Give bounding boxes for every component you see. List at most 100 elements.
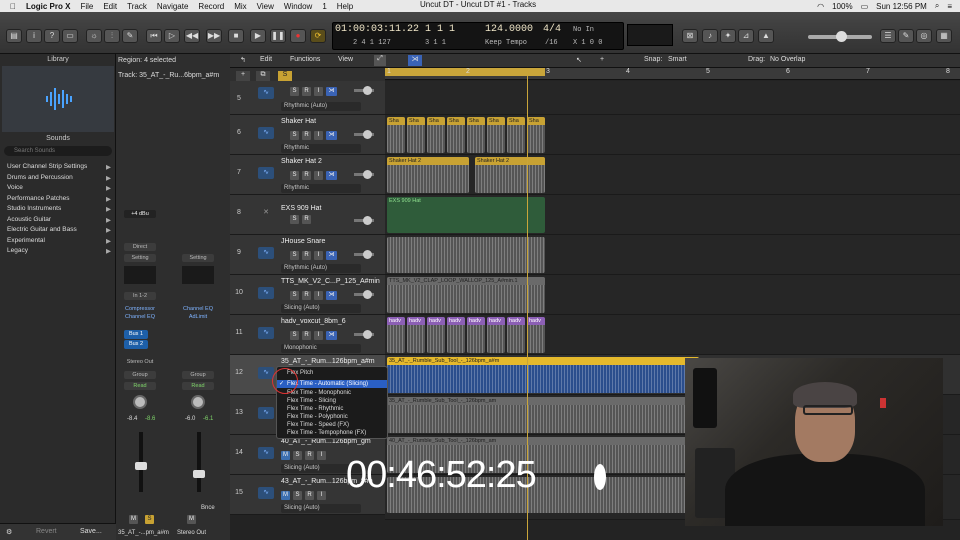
loop-browser-icon[interactable]: ◎ (916, 29, 932, 43)
menu-help[interactable]: Help (337, 2, 353, 11)
pointer-tool-icon[interactable]: ↖ (576, 56, 582, 64)
solo-button[interactable]: S (290, 251, 299, 260)
audio-region[interactable]: Sha (467, 117, 485, 153)
input-monitor-button[interactable]: I (314, 291, 323, 300)
replace-icon[interactable]: ⊠ (682, 29, 698, 43)
input-monitor-button[interactable]: I (317, 451, 326, 460)
send-bus-2[interactable]: Bus 2 (124, 340, 148, 349)
audio-region[interactable]: hadv (447, 317, 465, 353)
bounce-label[interactable]: Bnce (201, 505, 215, 511)
menu-navigate[interactable]: Navigate (157, 2, 189, 11)
tuner-icon[interactable]: ♪ (702, 29, 718, 43)
library-item[interactable]: Acoustic Guitar ▶ (7, 216, 113, 224)
flex-mode-select[interactable]: Rhythmic (281, 184, 361, 193)
cycle-region[interactable] (385, 68, 545, 76)
menu-file[interactable]: File (80, 2, 93, 11)
library-item[interactable]: Legacy ▶ (7, 247, 113, 255)
menu-view[interactable]: View (257, 2, 274, 11)
flex-mode-select[interactable]: Monophonic (281, 344, 361, 353)
track-name[interactable]: EXS 909 Hat (281, 205, 321, 212)
input-gain[interactable]: +4 dBu (124, 210, 156, 218)
record-button[interactable]: ● (290, 29, 306, 43)
midi-region[interactable]: EXS 909 Hat (387, 197, 545, 233)
record-enable-button[interactable]: R (302, 251, 311, 260)
mute-button[interactable]: M (187, 515, 196, 524)
audio-region[interactable]: TTS_MK_V2_CLAP_LOOP_WALLOP_125_A#min.1 (387, 277, 545, 313)
audio-region[interactable] (387, 237, 545, 273)
eq-thumbnail[interactable] (182, 266, 214, 284)
mute-button[interactable]: M (281, 491, 290, 500)
count-in-icon[interactable]: ⊿ (738, 29, 754, 43)
audio-region[interactable]: Sha (527, 117, 545, 153)
track-header[interactable]: 8 ✕ EXS 909 Hat SR (230, 195, 385, 235)
flex-button[interactable]: ⋊ (326, 87, 337, 96)
audio-region[interactable]: Sha (447, 117, 465, 153)
cpu-meter[interactable] (627, 24, 673, 46)
group-button[interactable]: Group (182, 371, 214, 379)
library-item[interactable]: User Channel Strip Settings ▶ (7, 163, 113, 171)
track-lane[interactable]: hadv hadv hadv hadv hadv hadv hadv hadv (385, 315, 960, 355)
flex-menu-item[interactable]: Flex Time - Speed (FX) (277, 421, 387, 429)
audio-region[interactable]: Sha (487, 117, 505, 153)
metronome-icon[interactable]: ▲ (758, 29, 774, 43)
track-volume-slider[interactable] (354, 250, 374, 259)
audio-region[interactable]: hadv (427, 317, 445, 353)
audio-region[interactable]: hadv (487, 317, 505, 353)
track-volume-slider[interactable] (354, 330, 374, 339)
track-lane[interactable]: Shaker Hat 2 Shaker Hat 2 (385, 155, 960, 195)
play-button[interactable]: ▶ (250, 29, 266, 43)
track-lane[interactable]: TTS_MK_V2_CLAP_LOOP_WALLOP_125_A#min.1 (385, 275, 960, 315)
help-icon[interactable]: ? (44, 29, 60, 43)
track-lane[interactable] (385, 81, 960, 115)
track-volume-slider[interactable] (354, 290, 374, 299)
send-bus-1[interactable]: Bus 1 (124, 330, 148, 339)
eq-thumbnail[interactable] (124, 266, 156, 284)
menu-track[interactable]: Track (127, 2, 147, 11)
input-monitor-button[interactable]: I (314, 131, 323, 140)
region-inspector-header[interactable]: Region: 4 selected (118, 57, 176, 64)
save-button[interactable]: Save... (80, 528, 102, 535)
track-header[interactable]: 6 ∿ Shaker Hat S R I ⋊ Rhythmic (230, 115, 385, 155)
menu-record[interactable]: Record (198, 2, 224, 11)
solo-button[interactable]: S (290, 87, 299, 96)
input-monitor-button[interactable]: I (314, 331, 323, 340)
track-lane[interactable]: EXS 909 Hat (385, 195, 960, 235)
automation-mode[interactable]: Read (124, 382, 156, 390)
audio-region[interactable]: Sha (427, 117, 445, 153)
smart-controls-icon[interactable]: ☼ (86, 29, 102, 43)
revert-button[interactable]: Revert (36, 528, 57, 535)
library-item[interactable]: Voice ▶ (7, 184, 113, 192)
lcd-display[interactable]: 01:00:03:11.22 2 4 1 127 1 1 1 3 1 1 124… (332, 22, 624, 50)
toolbar-icon[interactable]: ▭ (62, 29, 78, 43)
pan-knob[interactable] (133, 395, 147, 409)
plugin-slot[interactable]: Channel EQ (182, 305, 214, 313)
audio-region[interactable]: hadv (407, 317, 425, 353)
drag-select[interactable]: No Overlap (770, 56, 805, 63)
menu-app-name[interactable]: Logic Pro X (26, 2, 70, 11)
input-button[interactable]: In 1-2 (124, 292, 156, 300)
menu-list-icon[interactable]: ≡ (947, 2, 952, 11)
audio-region[interactable]: Shaker Hat 2 (475, 157, 545, 193)
audio-region[interactable]: hadv (467, 317, 485, 353)
input-monitor-button[interactable]: I (314, 171, 323, 180)
mixer-icon[interactable]: ⫶ (104, 29, 120, 43)
input-monitor-button[interactable]: I (317, 491, 326, 500)
track-lane[interactable] (385, 235, 960, 275)
plugin-slot[interactable]: Channel EQ (124, 313, 156, 321)
audio-region[interactable]: 35_AT_-_Rumble_Sub_Tool_-_126bpm_am (387, 397, 699, 433)
track-volume-slider[interactable] (354, 216, 374, 225)
track-name[interactable]: JHouse Snare (281, 238, 325, 245)
track-name[interactable]: 40_AT_-_Rum...126bpm_gm (281, 438, 371, 445)
track-header[interactable]: 9 ∿ JHouse Snare S R I ⋊ Rhythmic (Auto) (230, 235, 385, 275)
group-button[interactable]: Group (124, 371, 156, 379)
track-lane[interactable]: Sha Sha Sha Sha Sha Sha Sha Sha (385, 115, 960, 155)
flex-menu-item[interactable]: Flex Time - Rhythmic (277, 405, 387, 413)
back-icon[interactable]: ↰ (240, 56, 246, 64)
input-monitor-button[interactable]: I (314, 87, 323, 96)
setting-button[interactable]: Setting (124, 254, 156, 262)
solo-icon[interactable]: ✦ (720, 29, 736, 43)
browser-icon[interactable]: ▦ (936, 29, 952, 43)
flex-menu-item[interactable]: Flex Time - Tempophone (FX) (277, 429, 387, 437)
direct-button[interactable]: Direct (124, 243, 156, 251)
flex-mode-select[interactable]: Slicing (Auto) (281, 304, 361, 313)
